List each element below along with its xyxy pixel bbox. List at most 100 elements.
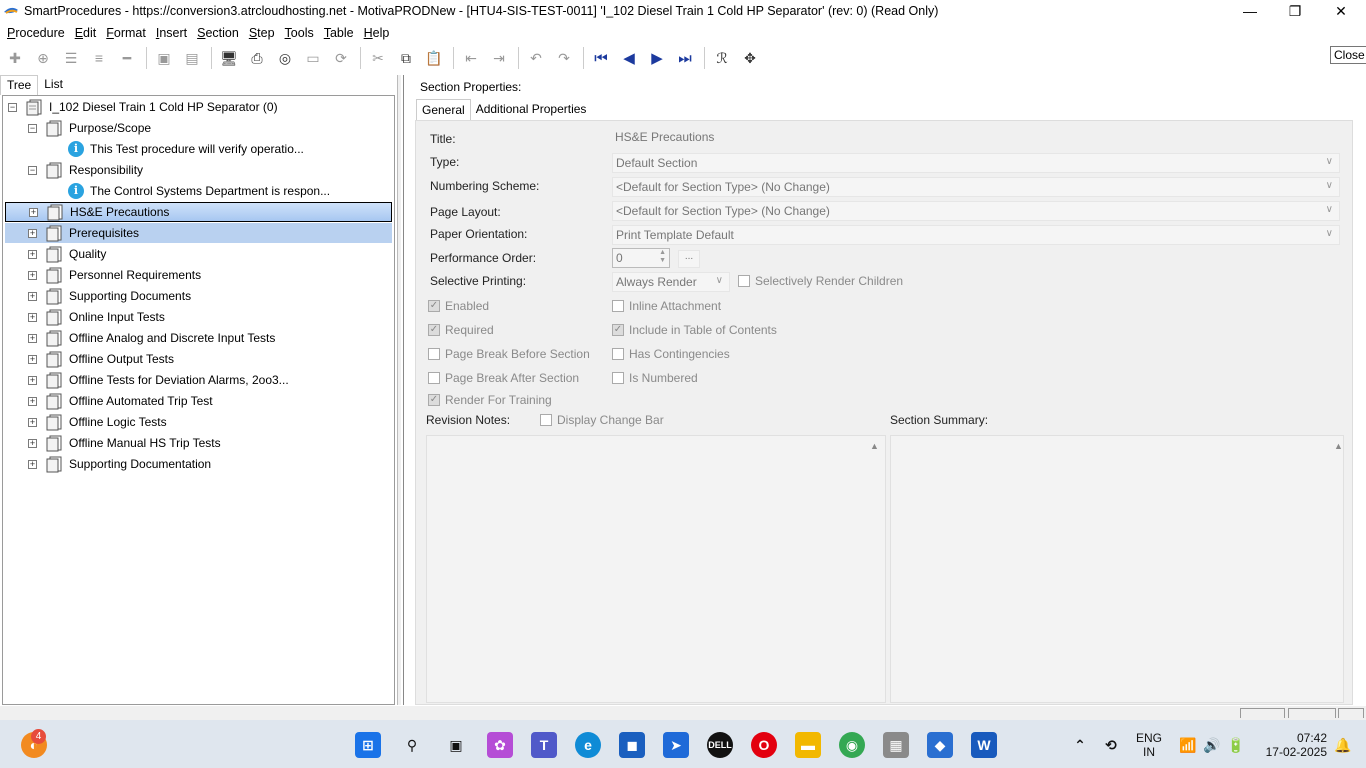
expand-icon[interactable]: + — [28, 228, 37, 238]
pane-splitter[interactable] — [397, 75, 401, 705]
volume-icon[interactable]: 🔊 — [1199, 732, 1225, 758]
clock[interactable]: 07:42 17-02-2025 — [1253, 731, 1327, 759]
menu-format[interactable]: Format — [102, 26, 150, 40]
language-indicator[interactable]: ENG IN — [1130, 731, 1168, 759]
has-contingencies-checkbox[interactable]: Has Contingencies — [612, 347, 730, 361]
tree-item-purpose-scope[interactable]: − Purpose/Scope — [28, 118, 151, 138]
print-icon[interactable]: ⎙ — [246, 47, 268, 69]
tree-item-quality[interactable]: + Quality — [28, 244, 106, 264]
paper-orientation-select[interactable]: Print Template Default ∨ — [612, 225, 1340, 245]
computer-icon[interactable]: 🖥 — [218, 47, 240, 69]
performance-order-spinner[interactable]: 0 ▲ ▼ — [612, 248, 670, 268]
tree-item-offline-deviation-alarms[interactable]: + Offline Tests for Deviation Alarms, 2o… — [28, 370, 289, 390]
insert-step-icon[interactable]: ☰ — [60, 47, 82, 69]
file-explorer-icon[interactable]: ▬ — [795, 732, 821, 758]
close-button[interactable]: ✕ — [1318, 0, 1364, 22]
tree-item-personnel-requirements[interactable]: + Personnel Requirements — [28, 265, 201, 285]
required-checkbox[interactable]: ✓ Required — [428, 323, 494, 337]
selective-printing-select[interactable]: Always Render ∨ — [612, 272, 730, 292]
chevron-up-icon[interactable]: ⌃ — [1067, 732, 1093, 758]
include-in-toc-checkbox[interactable]: ✓ Include in Table of Contents — [612, 323, 777, 337]
expand-icon[interactable]: + — [28, 459, 37, 469]
expand-icon[interactable]: + — [28, 249, 37, 259]
is-numbered-checkbox[interactable]: Is Numbered — [612, 371, 698, 385]
render-for-training-checkbox[interactable]: ✓ Render For Training — [428, 393, 552, 407]
scroll-up-icon[interactable]: ▲ — [870, 441, 879, 451]
opera-icon[interactable]: O — [751, 732, 777, 758]
windows-start-icon[interactable]: ⊞ — [355, 732, 381, 758]
expand-icon[interactable]: + — [28, 396, 37, 406]
add-icon[interactable]: ✚ — [4, 47, 26, 69]
tree-item-offline-logic-tests[interactable]: + Offline Logic Tests — [28, 412, 167, 432]
menu-tools[interactable]: Tools — [281, 26, 318, 40]
format-list-icon[interactable]: ≡ — [88, 47, 110, 69]
tab-list[interactable]: List — [38, 75, 69, 95]
tree-item-responsibility[interactable]: − Responsibility — [28, 160, 143, 180]
field-icon[interactable]: ▭ — [302, 47, 324, 69]
page-layout-select[interactable]: <Default for Section Type> (No Change) ∨ — [612, 201, 1340, 221]
edge-icon[interactable]: e — [575, 732, 601, 758]
teams-icon[interactable]: T — [531, 732, 557, 758]
tree-item-responsibility-text[interactable]: i The Control Systems Department is resp… — [68, 181, 330, 201]
scroll-up-icon[interactable]: ▲ — [1334, 441, 1343, 451]
menu-step[interactable]: Step — [245, 26, 279, 40]
tree-root[interactable]: − I_102 Diesel Train 1 Cold HP Separator… — [8, 97, 278, 117]
expand-icon[interactable]: + — [28, 333, 37, 343]
tab-additional-properties[interactable]: Additional Properties — [471, 99, 592, 120]
enabled-checkbox[interactable]: ✓ Enabled — [428, 299, 489, 313]
collapse-icon[interactable]: − — [8, 102, 17, 112]
tab-general[interactable]: General — [416, 99, 471, 120]
dell-icon[interactable]: DELL — [707, 732, 733, 758]
menu-help[interactable]: Help — [360, 26, 394, 40]
store-icon[interactable]: ◼ — [619, 732, 645, 758]
tree-item-purpose-text[interactable]: i This Test procedure will verify operat… — [68, 139, 304, 159]
notification-bell-icon[interactable]: 🔔 — [1330, 732, 1356, 758]
inline-attachment-checkbox[interactable]: Inline Attachment — [612, 299, 721, 313]
indent-icon[interactable]: ⇥ — [488, 47, 510, 69]
copy-icon[interactable]: ⧉ — [395, 47, 417, 69]
move-icon[interactable]: ✥ — [739, 47, 761, 69]
tree-item-prerequisites[interactable]: + Prerequisites — [5, 223, 392, 243]
undo-icon[interactable]: ↶ — [525, 47, 547, 69]
word-icon[interactable]: W — [971, 732, 997, 758]
performance-order-button[interactable]: ... — [678, 250, 700, 268]
expand-icon[interactable]: + — [28, 375, 37, 385]
numbering-scheme-select[interactable]: <Default for Section Type> (No Change) ∨ — [612, 177, 1340, 197]
tree-item-online-input-tests[interactable]: + Online Input Tests — [28, 307, 165, 327]
menu-procedure[interactable]: Procedure — [3, 26, 69, 40]
tree-item-offline-manual-hs[interactable]: + Offline Manual HS Trip Tests — [28, 433, 221, 453]
tree-item-hse-precautions[interactable]: + HS&E Precautions — [5, 202, 392, 222]
outdent-icon[interactable]: ⇤ — [460, 47, 482, 69]
chrome-icon[interactable]: ◉ — [839, 732, 865, 758]
smartprocedures-taskbar-icon[interactable]: ◆ — [927, 732, 953, 758]
previous-icon[interactable]: ◀ — [618, 47, 640, 69]
expand-icon[interactable]: + — [29, 207, 38, 217]
expand-icon[interactable]: + — [28, 312, 37, 322]
redo-icon[interactable]: ↷ — [553, 47, 575, 69]
maximize-button[interactable]: ❐ — [1272, 0, 1318, 22]
search-icon[interactable]: ⚲ — [399, 732, 425, 758]
tree-item-offline-output-tests[interactable]: + Offline Output Tests — [28, 349, 174, 369]
menu-section[interactable]: Section — [193, 26, 243, 40]
refresh-icon[interactable]: ⟳ — [330, 47, 352, 69]
battery-icon[interactable]: 🔋 — [1223, 732, 1249, 758]
save-all-icon[interactable]: ▤ — [181, 47, 203, 69]
link-icon[interactable]: ◎ — [274, 47, 296, 69]
task-view-icon[interactable]: ▣ — [443, 732, 469, 758]
spinner-arrows-icon[interactable]: ▲ ▼ — [659, 249, 666, 265]
next-icon[interactable]: ▶ — [646, 47, 668, 69]
display-change-bar-checkbox[interactable]: Display Change Bar — [540, 413, 664, 427]
type-select[interactable]: Default Section ∨ — [612, 153, 1340, 173]
page-break-after-checkbox[interactable]: Page Break After Section — [428, 371, 579, 385]
section-summary-textarea[interactable] — [890, 435, 1344, 703]
send-icon[interactable]: ➤ — [663, 732, 689, 758]
title-field[interactable]: HS&E Precautions — [612, 128, 1340, 148]
remote-app-icon[interactable]: ▦ — [883, 732, 909, 758]
last-icon[interactable]: ⏭ — [674, 47, 696, 69]
collapse-icon[interactable]: − — [28, 123, 37, 133]
paste-icon[interactable]: 📋 — [423, 47, 445, 69]
tree-item-supporting-documents[interactable]: + Supporting Documents — [28, 286, 191, 306]
collapse-icon[interactable]: − — [28, 165, 37, 175]
menu-table[interactable]: Table — [320, 26, 358, 40]
page-break-before-checkbox[interactable]: Page Break Before Section — [428, 347, 590, 361]
